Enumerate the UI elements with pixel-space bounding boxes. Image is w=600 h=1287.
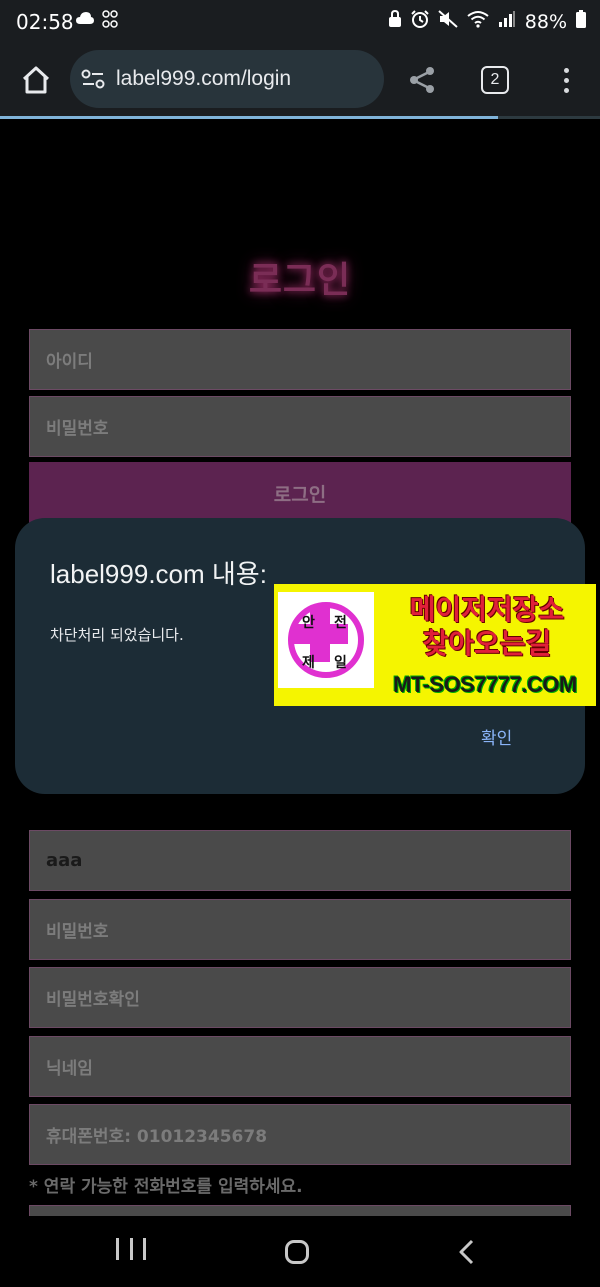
ad-logo-char: 전	[334, 615, 347, 631]
signup-password-confirm-input[interactable]: 비밀번호확인	[29, 967, 571, 1028]
recents-icon	[116, 1238, 119, 1260]
dialog-message: 차단처리 되었습니다.	[50, 626, 184, 644]
password-input[interactable]: 비밀번호	[29, 396, 571, 457]
battery-icon	[576, 10, 586, 33]
pinwheel-icon	[102, 10, 118, 32]
dialog-ok-button[interactable]: 확인	[481, 724, 512, 749]
recents-icon	[143, 1238, 146, 1260]
cloud-icon	[76, 10, 94, 32]
login-button[interactable]: 로그인	[29, 462, 571, 524]
ad-logo: 안 전 제 일	[278, 592, 374, 688]
back-button[interactable]	[456, 1238, 476, 1270]
signal-icon	[498, 10, 516, 33]
home-button[interactable]	[14, 58, 58, 102]
ad-subheadline: 찾아오는길	[422, 627, 552, 660]
share-icon	[410, 67, 434, 93]
share-button[interactable]	[402, 60, 442, 100]
home-icon	[22, 66, 50, 94]
more-menu-button[interactable]	[552, 60, 580, 100]
mute-icon	[438, 10, 458, 33]
address-bar[interactable]: label999.com/login	[70, 50, 384, 108]
status-bar: 02:58 88%	[0, 0, 600, 44]
menu-dot-icon	[563, 87, 569, 93]
ad-url: MT-SOS7777.COM	[393, 672, 577, 697]
menu-dot-icon	[563, 77, 569, 83]
browser-toolbar: label999.com/login 2	[0, 44, 600, 118]
ad-logo-char: 제	[302, 655, 315, 671]
system-nav-bar	[0, 1216, 600, 1287]
recents-icon	[129, 1238, 133, 1260]
nav-home-button[interactable]	[285, 1240, 309, 1264]
page-title: 로그인	[248, 260, 352, 301]
recents-button[interactable]	[116, 1238, 146, 1264]
back-icon	[459, 1239, 474, 1265]
url-text: label999.com/login	[116, 67, 292, 90]
alarm-icon	[411, 10, 429, 33]
ad-logo-char: 일	[334, 655, 347, 671]
signup-password-input[interactable]: 비밀번호	[29, 899, 571, 960]
menu-dot-icon	[563, 67, 569, 73]
dialog-title: label999.com 내용:	[50, 559, 267, 589]
ad-logo-char: 안	[302, 615, 315, 631]
site-settings-icon[interactable]	[80, 66, 106, 92]
id-input[interactable]: 아이디	[29, 329, 571, 390]
status-time: 02:58	[16, 10, 74, 34]
battery-percent: 88%	[524, 10, 567, 33]
lock-icon	[388, 9, 402, 33]
tab-switcher-button[interactable]: 2	[481, 66, 509, 94]
phone-notice: * 연락 가능한 전화번호를 입력하세요.	[29, 1177, 303, 1197]
signup-id-input[interactable]: aaa	[29, 830, 571, 891]
nickname-input[interactable]: 닉네임	[29, 1036, 571, 1097]
ad-banner[interactable]: 안 전 제 일 메이저저장소 찾아오는길 MT-SOS7777.COM	[274, 584, 596, 706]
wifi-icon	[467, 10, 489, 33]
phone-input[interactable]: 휴대폰번호: 01012345678	[29, 1104, 571, 1165]
